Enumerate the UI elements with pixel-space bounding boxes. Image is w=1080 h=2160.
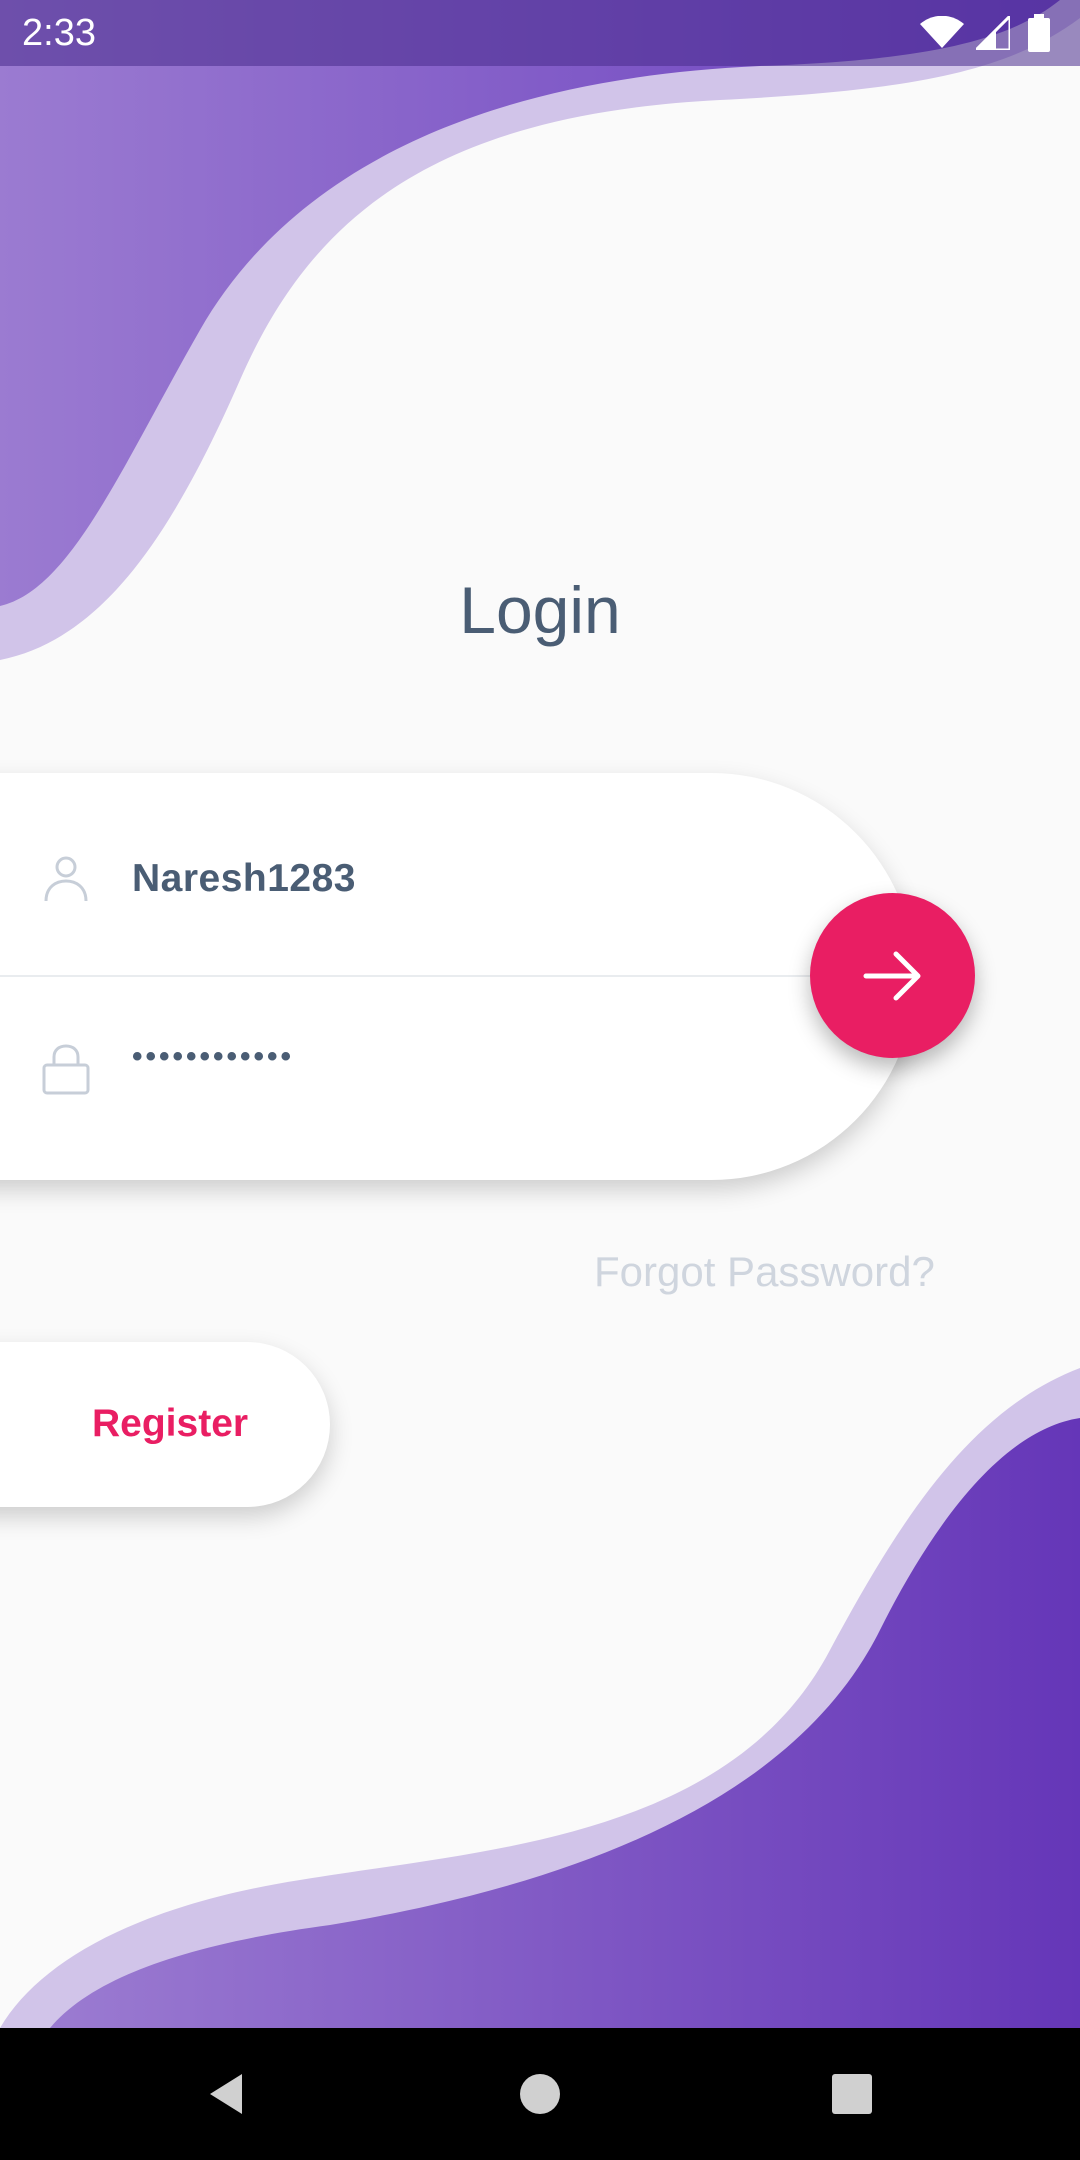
password-field[interactable]: •••••••••••• <box>0 973 900 1163</box>
login-screen: 2:33 Login Naresh1283 •••••••••••• Forgo… <box>0 0 1080 2160</box>
login-card: Naresh1283 •••••••••••• <box>0 773 915 1180</box>
cell-signal-icon <box>976 16 1010 50</box>
status-time: 2:33 <box>22 12 96 54</box>
lock-icon <box>42 1044 90 1095</box>
arrow-right-icon <box>863 951 921 1001</box>
recents-icon[interactable] <box>822 2064 882 2124</box>
register-button[interactable]: Register <box>0 1342 330 1507</box>
register-label: Register <box>92 1402 249 1445</box>
home-icon[interactable] <box>510 2064 570 2124</box>
password-value: •••••••••••• <box>132 1040 295 1073</box>
page-title: Login <box>459 573 621 647</box>
status-bar: 2:33 <box>0 0 1080 66</box>
login-submit-button[interactable] <box>810 893 975 1058</box>
wifi-icon <box>920 16 964 48</box>
status-icons <box>920 0 1080 66</box>
back-icon[interactable] <box>196 2064 256 2124</box>
username-value: Naresh1283 <box>132 857 356 900</box>
forgot-password-link[interactable]: Forgot Password? <box>594 1246 935 1298</box>
username-field[interactable]: Naresh1283 <box>0 783 900 973</box>
battery-icon <box>1028 14 1050 52</box>
user-icon <box>44 856 88 902</box>
navigation-bar <box>0 2028 1080 2160</box>
